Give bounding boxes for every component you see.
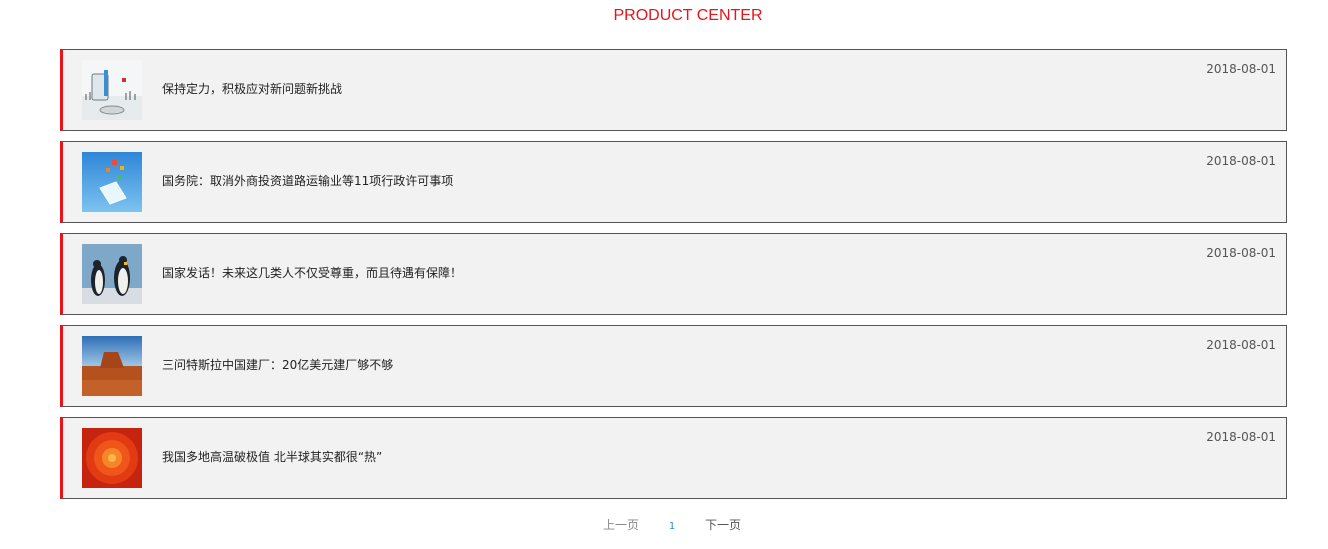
news-title[interactable]: 国务院：取消外商投资道路运输业等11项行政许可事项 <box>162 172 453 189</box>
vr-device-image[interactable] <box>82 60 142 120</box>
news-item[interactable]: 保持定力，积极应对新问题新挑战 2018-08-01 <box>60 49 1287 131</box>
next-page-link[interactable]: 下一页 <box>705 516 741 533</box>
news-item[interactable]: 国务院：取消外商投资道路运输业等11项行政许可事项 2018-08-01 <box>60 141 1287 223</box>
news-item[interactable]: 国家发话！未来这几类人不仅受尊重，而且待遇有保障！ 2018-08-01 <box>60 233 1287 315</box>
news-date: 2018-08-01 <box>1206 430 1276 444</box>
pagination: 上一页 1 下一页 <box>0 516 1328 533</box>
news-list: 保持定力，积极应对新问题新挑战 2018-08-01 国务院：取消外商投资道路运… <box>60 49 1287 509</box>
news-item[interactable]: 三问特斯拉中国建厂：20亿美元建厂够不够 2018-08-01 <box>60 325 1287 407</box>
prev-page-link[interactable]: 上一页 <box>603 516 639 533</box>
news-date: 2018-08-01 <box>1206 62 1276 76</box>
news-title[interactable]: 国家发话！未来这几类人不仅受尊重，而且待遇有保障！ <box>162 264 462 281</box>
page-number-link[interactable]: 1 <box>669 521 675 532</box>
news-date: 2018-08-01 <box>1206 154 1276 168</box>
chrysanthemum-image[interactable] <box>82 428 142 488</box>
page-title: PRODUCT CENTER <box>613 7 763 24</box>
news-title[interactable]: 保持定力，积极应对新问题新挑战 <box>162 80 342 97</box>
news-title[interactable]: 我国多地高温破极值 北半球其实都很“热” <box>162 448 382 465</box>
desert-image[interactable] <box>82 336 142 396</box>
phone-illustration-image[interactable] <box>82 152 142 212</box>
news-date: 2018-08-01 <box>1206 246 1276 260</box>
penguins-image[interactable] <box>82 244 142 304</box>
news-item[interactable]: 我国多地高温破极值 北半球其实都很“热” 2018-08-01 <box>60 417 1287 499</box>
news-date: 2018-08-01 <box>1206 338 1276 352</box>
news-title[interactable]: 三问特斯拉中国建厂：20亿美元建厂够不够 <box>162 356 393 373</box>
